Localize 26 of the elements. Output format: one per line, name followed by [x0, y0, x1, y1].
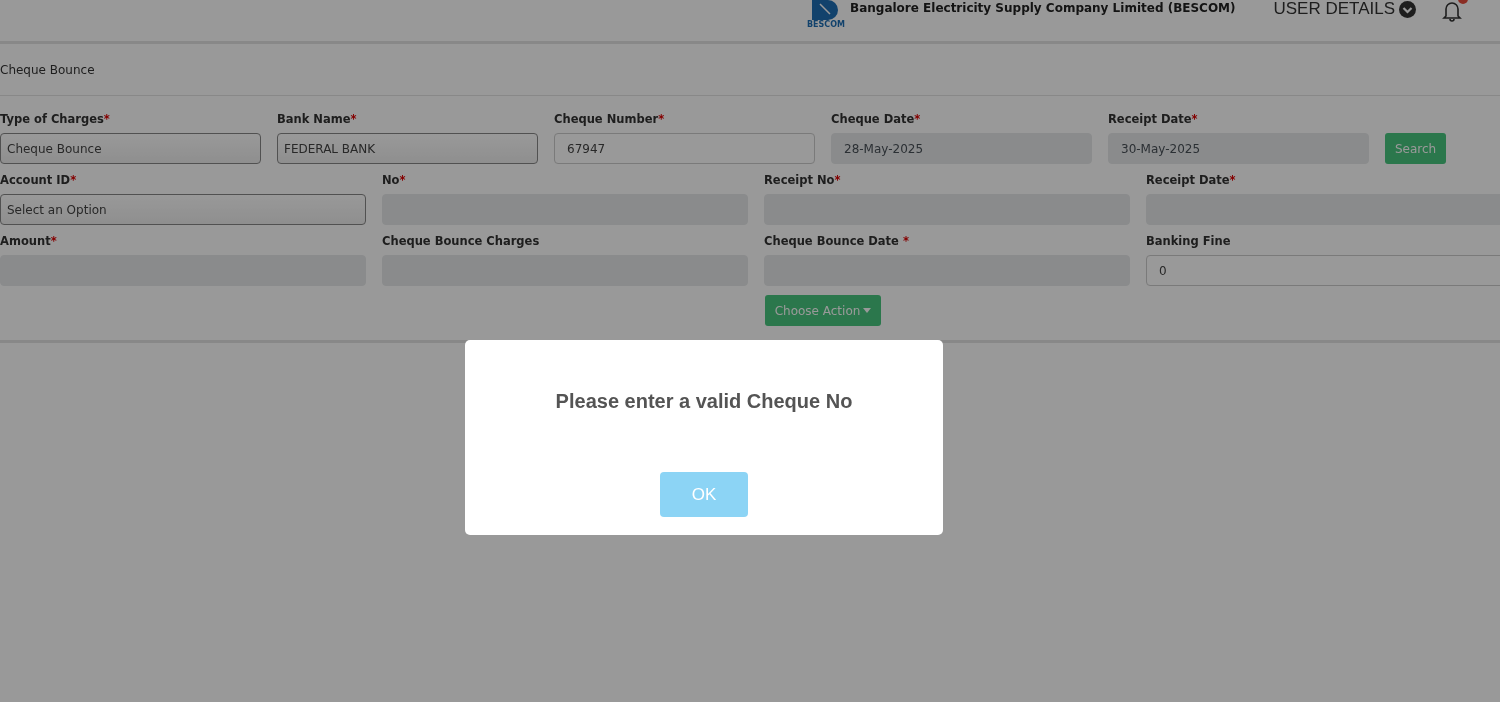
- bell-icon[interactable]: [1440, 0, 1464, 22]
- caret-icon: [863, 308, 872, 313]
- section-title: Cheque Bounce: [0, 44, 1500, 96]
- field-label: Cheque Date*: [831, 112, 922, 126]
- company-title: Bangalore Electricity Supply Company Limited (BESCOM): [850, 1, 1236, 15]
- field-label: Bank Name*: [277, 112, 358, 126]
- user-details-menu[interactable]: USER DETAILS: [1273, 0, 1416, 19]
- field-label: Banking Fine: [1146, 234, 1232, 248]
- field-label: Account ID*: [0, 173, 78, 187]
- chevron-down-icon: [1399, 0, 1416, 18]
- field-label: Cheque Bounce Date *: [764, 234, 910, 248]
- field-label: Amount*: [0, 234, 58, 248]
- input-field[interactable]: 0: [1146, 255, 1500, 286]
- dropdown-field[interactable]: FEDERAL BANK: [277, 133, 538, 164]
- input-field[interactable]: 67947: [554, 133, 815, 164]
- field-label: Receipt Date*: [1108, 112, 1199, 126]
- field-label: No*: [382, 173, 407, 187]
- field-label: Cheque Bounce Charges: [382, 234, 541, 248]
- dialog-message: Please enter a valid Cheque No: [555, 390, 853, 413]
- field-label: Receipt No*: [764, 173, 842, 187]
- field-label: Type of Charges*: [0, 112, 111, 126]
- dropdown-field[interactable]: Cheque Bounce: [0, 133, 261, 164]
- field-label: Cheque Number*: [554, 112, 666, 126]
- dropdown-field[interactable]: Select an Option: [0, 194, 366, 225]
- logo-text: BESCOM: [807, 20, 845, 29]
- field-label: Receipt Date*: [1146, 173, 1237, 187]
